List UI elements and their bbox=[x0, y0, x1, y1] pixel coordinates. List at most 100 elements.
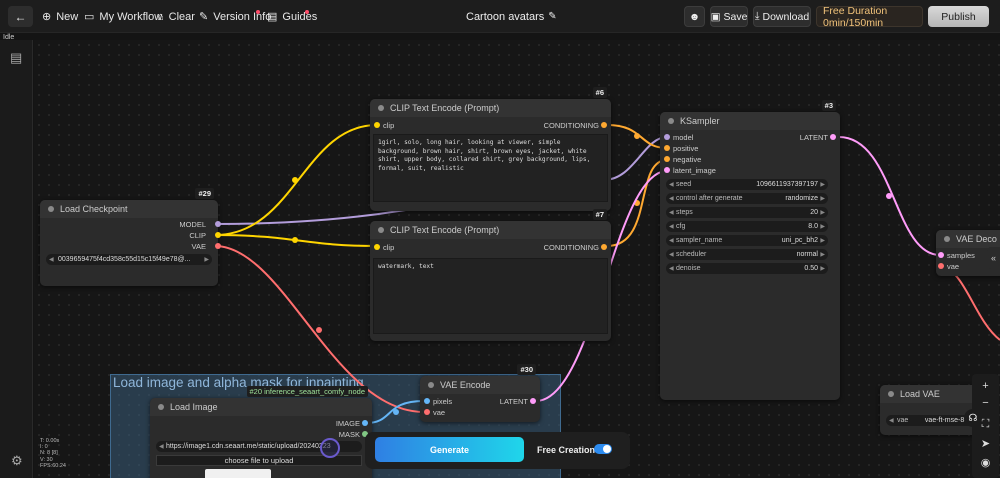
input-clip-slot[interactable] bbox=[374, 244, 380, 250]
seed-widget[interactable]: ◀ seed 1096611937397197 ▶ bbox=[666, 179, 828, 190]
steps-widget[interactable]: ◀ steps 20 ▶ bbox=[666, 207, 828, 218]
zoom-in-icon[interactable]: + bbox=[972, 380, 999, 392]
prompt-textarea[interactable]: 1girl, solo, long hair, looking at viewe… bbox=[373, 134, 608, 202]
download-icon: ⤓ bbox=[754, 10, 760, 22]
input-pixels-label: pixels bbox=[433, 397, 453, 406]
input-pixels-slot[interactable] bbox=[424, 398, 430, 404]
output-vae-label: VAE bbox=[191, 242, 206, 251]
headset-icon[interactable]: ☊ bbox=[964, 409, 982, 427]
input-latent-image-slot[interactable] bbox=[664, 167, 670, 173]
arrow-left-icon[interactable]: ◀ bbox=[889, 417, 894, 424]
input-model-slot[interactable] bbox=[664, 134, 670, 140]
output-conditioning-slot[interactable] bbox=[601, 244, 607, 250]
back-button[interactable]: ← bbox=[8, 6, 33, 27]
panel-collapse-button[interactable]: « bbox=[987, 247, 1000, 269]
arrow-left-icon[interactable]: ◀ bbox=[669, 223, 674, 230]
input-clip-label: clip bbox=[383, 121, 395, 130]
edit-pencil-icon[interactable]: ✎ bbox=[548, 11, 556, 22]
folder-icon: ▭ bbox=[84, 11, 95, 23]
vae-encode-node[interactable]: #30 VAE Encode pixels vae LATENT bbox=[420, 364, 540, 422]
node-id-badge: #29 bbox=[195, 188, 214, 199]
arrow-right-icon[interactable]: ▶ bbox=[820, 223, 825, 230]
generate-button[interactable]: Generate bbox=[375, 437, 524, 462]
input-samples-slot[interactable] bbox=[938, 252, 944, 258]
guides-button[interactable]: ▤ Guides bbox=[267, 0, 317, 33]
arrow-left-icon[interactable]: ◀ bbox=[159, 443, 164, 450]
free-creation-toggle[interactable] bbox=[594, 444, 612, 454]
gear-icon[interactable]: ⚙ bbox=[11, 453, 23, 469]
clip-text-encode-negative-node[interactable]: #7 CLIP Text Encode (Prompt) clip CONDIT… bbox=[370, 209, 611, 341]
output-latent-slot[interactable] bbox=[830, 134, 836, 140]
arrow-right-icon[interactable]: ▶ bbox=[820, 195, 825, 202]
arrow-left-icon[interactable]: ◀ bbox=[49, 256, 54, 263]
clip-text-encode-positive-node[interactable]: #6 CLIP Text Encode (Prompt) clip CONDIT… bbox=[370, 87, 611, 211]
eye-icon[interactable]: ◉ bbox=[972, 456, 999, 469]
arrow-left-icon[interactable]: ◀ bbox=[669, 251, 674, 258]
vae-name-widget[interactable]: ◀ vae vae-ft-mse-840 bbox=[886, 415, 976, 426]
zoom-out-icon[interactable]: − bbox=[972, 397, 999, 409]
input-vae-label: vae bbox=[433, 408, 446, 417]
arrow-left-icon[interactable]: ◀ bbox=[669, 265, 674, 272]
arrow-right-icon[interactable]: ▶ bbox=[820, 251, 825, 258]
output-conditioning-slot[interactable] bbox=[601, 122, 607, 128]
node-header[interactable]: Load VAE bbox=[880, 385, 980, 403]
cfg-widget[interactable]: ◀ cfg 8.0 ▶ bbox=[666, 221, 828, 232]
output-latent-slot[interactable] bbox=[530, 398, 536, 404]
load-vae-node[interactable]: Load VAE ◀ vae vae-ft-mse-840 bbox=[880, 385, 980, 435]
denoise-widget[interactable]: ◀ denoise 0.50 ▶ bbox=[666, 263, 828, 274]
output-model-slot[interactable] bbox=[215, 221, 221, 227]
free-duration-badge[interactable]: Free Duration 0min/150min bbox=[816, 5, 923, 29]
workflow-title[interactable]: Cartoon avatars ✎ bbox=[466, 0, 557, 33]
generate-bar: Generate Free Creation bbox=[365, 432, 630, 469]
arrow-left-icon[interactable]: ◀ bbox=[669, 209, 674, 216]
version-info-button[interactable]: ✎ Version Info bbox=[199, 0, 271, 33]
node-header[interactable]: VAE Encode bbox=[420, 376, 540, 394]
node-header[interactable]: KSampler bbox=[660, 112, 840, 130]
input-negative-slot[interactable] bbox=[664, 156, 670, 162]
input-clip-slot[interactable] bbox=[374, 122, 380, 128]
arrow-right-icon[interactable]: ▶ bbox=[820, 181, 825, 188]
discord-button[interactable]: ☻ bbox=[684, 6, 705, 27]
arrow-right-icon[interactable]: ▶ bbox=[820, 265, 825, 272]
input-positive-slot[interactable] bbox=[664, 145, 670, 151]
arrow-left-icon[interactable]: ◀ bbox=[669, 181, 674, 188]
ksampler-node[interactable]: #3 KSampler model positive negative late… bbox=[660, 100, 840, 400]
ckpt-name-widget[interactable]: ◀ 0039659475f4cd358c55d15c15f49e78@... ▶ bbox=[46, 254, 212, 265]
node-header[interactable]: CLIP Text Encode (Prompt) bbox=[370, 221, 611, 239]
input-model-label: model bbox=[673, 133, 694, 142]
publish-button[interactable]: Publish bbox=[928, 6, 989, 27]
plus-circle-icon: ⊕ bbox=[42, 11, 52, 23]
arrow-left-icon[interactable]: ◀ bbox=[669, 237, 674, 244]
node-header[interactable]: VAE Deco bbox=[936, 230, 1000, 248]
output-image-slot[interactable] bbox=[362, 420, 368, 426]
clear-button[interactable]: ⌂ Clear bbox=[157, 0, 195, 33]
new-button[interactable]: ⊕ New bbox=[42, 0, 78, 33]
node-header[interactable]: Load Checkpoint bbox=[40, 200, 218, 218]
arrow-right-icon[interactable]: ▶ bbox=[204, 256, 209, 263]
download-button[interactable]: ⤓ Download bbox=[753, 6, 811, 27]
scheduler-widget[interactable]: ◀ scheduler normal ▶ bbox=[666, 249, 828, 260]
arrow-right-icon[interactable]: ▶ bbox=[820, 209, 825, 216]
load-image-node[interactable]: #20 inference_seaart_comfy_node Load Ima… bbox=[150, 386, 372, 478]
output-vae-slot[interactable] bbox=[215, 243, 221, 249]
save-button[interactable]: ▣ Save bbox=[710, 6, 748, 27]
input-vae-slot[interactable] bbox=[424, 409, 430, 415]
notification-dot bbox=[256, 10, 260, 14]
arrow-left-icon[interactable]: ◀ bbox=[669, 195, 674, 202]
sampler-name-widget[interactable]: ◀ sampler_name uni_pc_bh2 ▶ bbox=[666, 235, 828, 246]
my-workflow-button[interactable]: ▭ My Workflow bbox=[84, 0, 162, 33]
node-header[interactable]: Load Image bbox=[150, 398, 372, 416]
prompt-textarea[interactable]: watermark, text bbox=[373, 258, 608, 334]
input-vae-slot[interactable] bbox=[938, 263, 944, 269]
input-clip-label: clip bbox=[383, 243, 395, 252]
node-header[interactable]: CLIP Text Encode (Prompt) bbox=[370, 99, 611, 117]
input-latent-image-label: latent_image bbox=[673, 166, 716, 175]
output-clip-slot[interactable] bbox=[215, 232, 221, 238]
arrow-right-icon[interactable]: ▶ bbox=[820, 237, 825, 244]
load-checkpoint-node[interactable]: #29 Load Checkpoint MODEL CLIP VAE ◀ 003… bbox=[40, 188, 221, 286]
send-icon[interactable]: ➤ bbox=[972, 437, 999, 450]
node-canvas[interactable]: Load image and alpha mask for inpainting… bbox=[34, 40, 1000, 478]
output-latent-label: LATENT bbox=[499, 397, 528, 406]
document-icon[interactable]: ▤ bbox=[10, 50, 22, 66]
control-after-generate-widget[interactable]: ◀ control after generate randomize ▶ bbox=[666, 193, 828, 204]
